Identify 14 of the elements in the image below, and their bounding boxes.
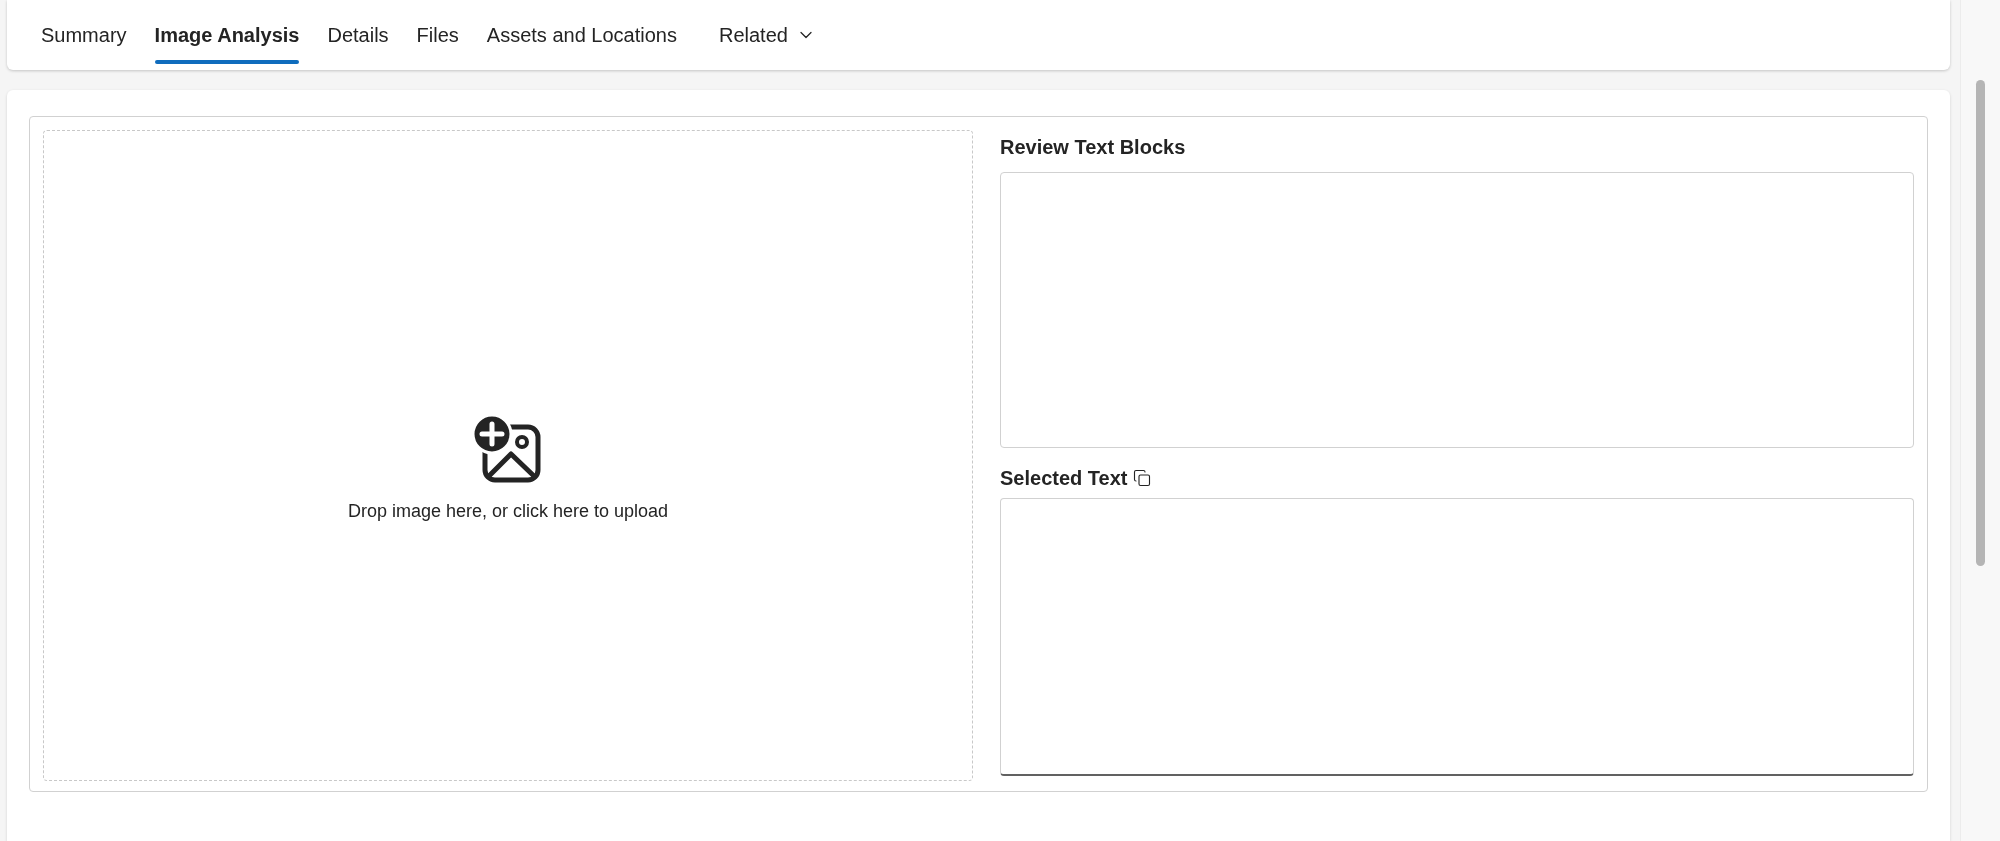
image-add-icon <box>474 416 542 484</box>
tab[interactable]: Image Analysis <box>142 0 312 70</box>
upload-prompt: Drop image here, or click here to upload <box>347 500 669 523</box>
text-area[interactable] <box>1000 498 1914 776</box>
tab[interactable]: Details <box>315 0 401 70</box>
tab[interactable]: Files <box>404 0 471 70</box>
section-label: Review Text Blocks <box>1000 135 1187 160</box>
tab[interactable]: Summary <box>29 0 139 70</box>
copy-icon[interactable] <box>1133 469 1152 487</box>
tab[interactable]: Assets and Locations <box>474 0 689 70</box>
upload-dropzone[interactable]: Drop image here, or click here to upload <box>43 130 973 781</box>
menu-tab[interactable]: Related <box>706 0 828 70</box>
section-label: Selected Text <box>1000 466 1128 491</box>
text-area[interactable] <box>1000 172 1914 448</box>
